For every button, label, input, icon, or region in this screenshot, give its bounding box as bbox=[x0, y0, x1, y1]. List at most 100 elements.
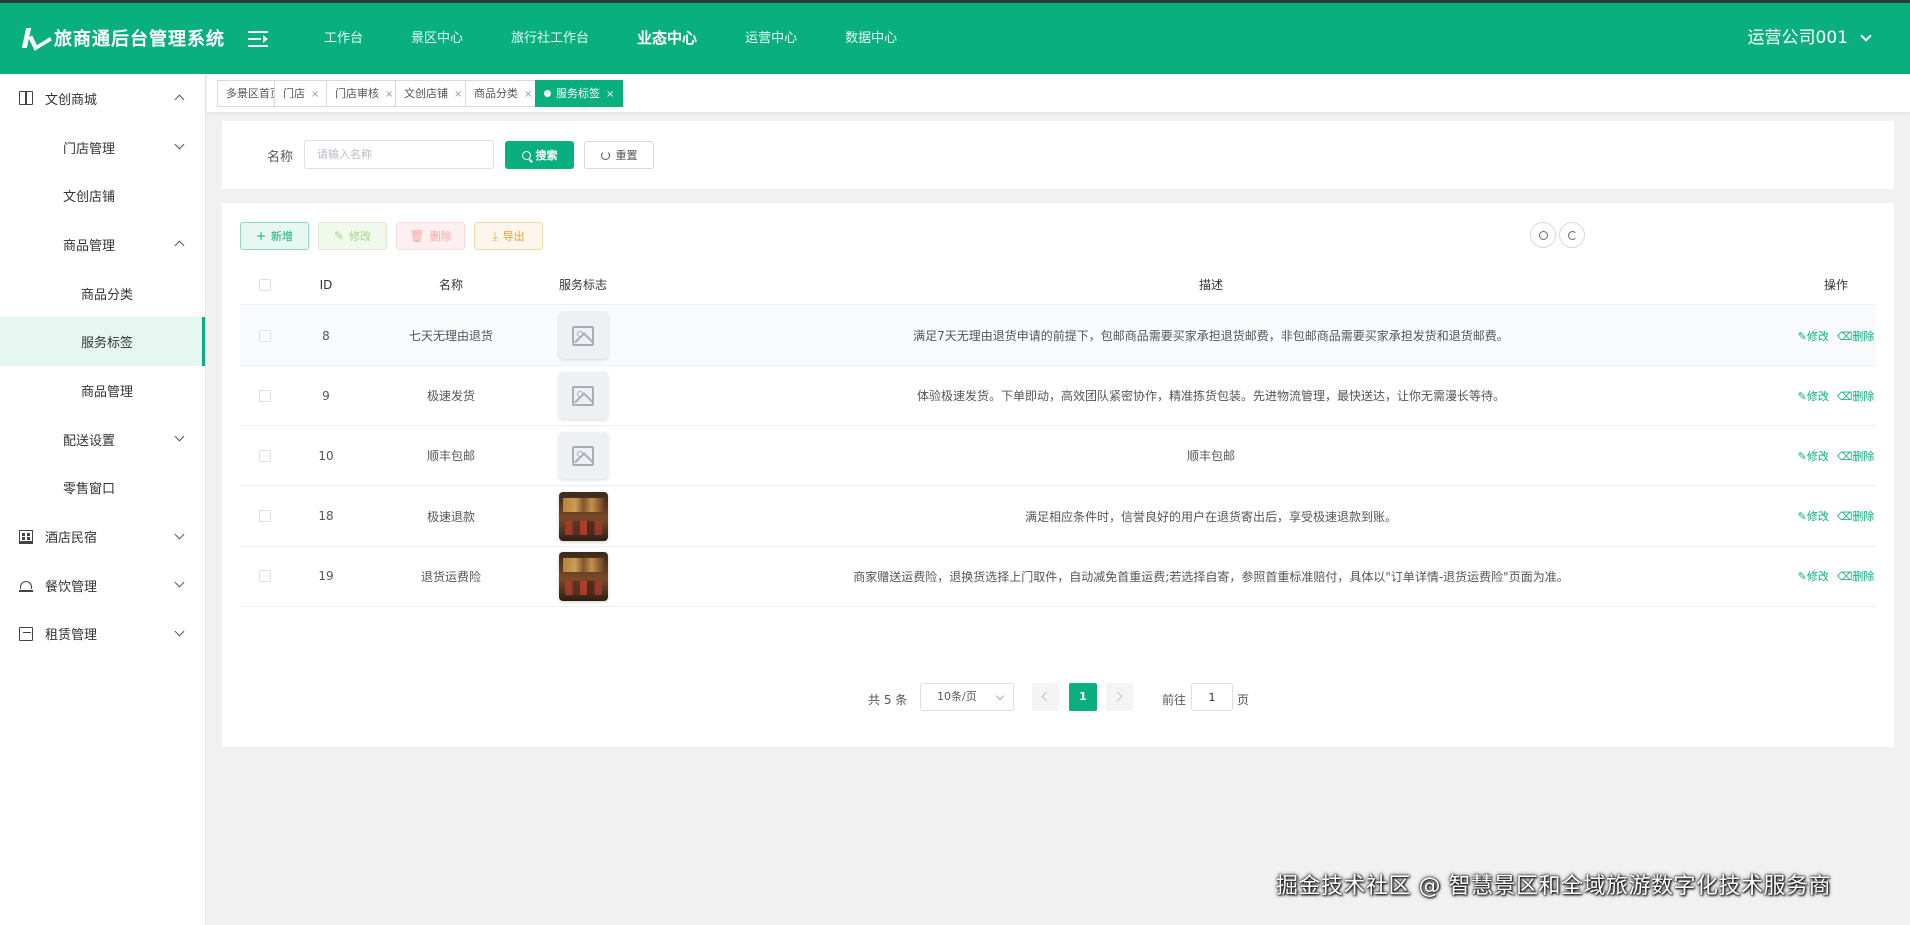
sidebar-item-0[interactable]: 文创商城 bbox=[0, 74, 205, 123]
tab-2[interactable]: 门店审核 × bbox=[326, 80, 403, 107]
cell-id: 18 bbox=[318, 509, 334, 524]
watermark: 掘金技术社区 @ 智慧景区和全域旅游数字化技术服务商 bbox=[1276, 874, 1831, 899]
row-checkbox[interactable] bbox=[259, 389, 271, 402]
row-delete-label: 删除 bbox=[1852, 329, 1875, 343]
tab-label: 门店 bbox=[283, 87, 305, 100]
table-row[interactable]: 8 七天无理由退货 满足7天无理由退货申请的前提下，包邮商品需要买家承担退货邮费，非… bbox=[240, 306, 1876, 366]
user-menu[interactable]: 运营公司001 bbox=[1748, 3, 1872, 74]
add-button-label: 新增 bbox=[271, 230, 294, 243]
sidebar-item-label: 门店管理 bbox=[63, 141, 116, 157]
cell-id: 19 bbox=[318, 569, 334, 584]
top-nav-item-4[interactable]: 运营中心 bbox=[721, 3, 821, 74]
tab-5[interactable]: 服务标签 × bbox=[535, 80, 624, 107]
delete-button[interactable]: 🗑 删除 bbox=[396, 222, 465, 250]
pagination: 共 5 条 10条/页 1 前往 页 bbox=[222, 683, 1894, 713]
select-all-checkbox[interactable] bbox=[259, 278, 271, 291]
table-row[interactable]: 10 顺丰包邮 顺丰包邮 ✎修改 ⌫删除 bbox=[240, 426, 1876, 487]
sidebar-item-5[interactable]: 服务标签 bbox=[0, 317, 205, 367]
chevron-down-icon bbox=[174, 626, 185, 637]
top-nav-item-5[interactable]: 数据中心 bbox=[821, 3, 921, 74]
row-checkbox[interactable] bbox=[259, 449, 271, 462]
table-row[interactable]: 19 退货运费险 商家赠送运费险，退换货选择上门取件，自动减免首重运费;若选择自寄，… bbox=[240, 547, 1876, 607]
cell-description: 顺丰包邮 bbox=[1186, 449, 1235, 464]
sidebar-item-7[interactable]: 配送设置 bbox=[0, 415, 205, 464]
table-panel: + 新增 ✎ 修改 🗑 删除 ⤓ 导出 ID 名称 服务标志 描述 操作 8 七天无理由退… bbox=[222, 203, 1894, 747]
export-button[interactable]: ⤓ 导出 bbox=[474, 222, 543, 250]
toggle-search-button[interactable] bbox=[1530, 222, 1556, 248]
row-checkbox[interactable] bbox=[259, 510, 271, 523]
close-icon[interactable]: × bbox=[311, 89, 319, 100]
sidebar-item-9[interactable]: 酒店民宿 bbox=[0, 512, 205, 561]
next-page-button[interactable] bbox=[1106, 683, 1133, 711]
goto-page-input[interactable] bbox=[1191, 683, 1233, 711]
menu-collapse-icon[interactable] bbox=[248, 31, 270, 47]
edit-button[interactable]: ✎ 修改 bbox=[318, 222, 387, 250]
row-edit-link[interactable]: ✎修改 bbox=[1798, 568, 1829, 584]
pencil-icon: ✎ bbox=[333, 229, 345, 243]
top-nav-item-1[interactable]: 景区中心 bbox=[387, 3, 487, 74]
add-button[interactable]: + 新增 bbox=[240, 222, 309, 250]
logo[interactable]: 旅商通后台管理系统 bbox=[22, 25, 225, 51]
row-delete-link[interactable]: ⌫删除 bbox=[1837, 568, 1875, 584]
close-icon[interactable]: × bbox=[524, 89, 532, 100]
table-row[interactable]: 18 极速退款 满足相应条件时，信誉良好的用户在退货寄出后，享受极速退款到账。 ✎修改… bbox=[240, 487, 1876, 547]
row-delete-link[interactable]: ⌫删除 bbox=[1837, 448, 1875, 464]
sidebar-item-2[interactable]: 文创店铺 bbox=[0, 171, 205, 220]
sidebar-item-label: 配送设置 bbox=[63, 433, 116, 449]
close-icon[interactable]: × bbox=[454, 89, 462, 100]
row-delete-link[interactable]: ⌫删除 bbox=[1837, 328, 1875, 344]
name-search-input[interactable] bbox=[304, 140, 494, 169]
close-icon[interactable]: × bbox=[606, 89, 614, 100]
cell-description: 满足7天无理由退货申请的前提下，包邮商品需要买家承担退货邮费，非包邮商品需要买家… bbox=[913, 329, 1509, 343]
cell-description: 满足相应条件时，信誉良好的用户在退货寄出后，享受极速退款到账。 bbox=[1024, 509, 1397, 524]
sidebar-item-8[interactable]: 零售窗口 bbox=[0, 464, 205, 513]
tab-4[interactable]: 商品分类 × bbox=[465, 80, 542, 107]
cell-logo bbox=[540, 366, 626, 425]
page-number-current[interactable]: 1 bbox=[1069, 683, 1097, 711]
sidebar-item-1[interactable]: 门店管理 bbox=[0, 123, 205, 172]
row-edit-link[interactable]: ✎修改 bbox=[1798, 448, 1829, 464]
prev-page-button[interactable] bbox=[1032, 683, 1059, 711]
top-nav-item-0[interactable]: 工作台 bbox=[300, 3, 387, 74]
sidebar-item-3[interactable]: 商品管理 bbox=[0, 220, 205, 269]
row-edit-link[interactable]: ✎修改 bbox=[1798, 508, 1829, 524]
sidebar-item-10[interactable]: 餐饮管理 bbox=[0, 561, 205, 610]
cell-name: 极速退款 bbox=[426, 509, 475, 524]
refresh-button[interactable] bbox=[1559, 222, 1585, 248]
sidebar: 文创商城 门店管理 文创店铺 商品管理 商品分类 服务标签 商品管理 配送设置 零售窗口 酒店民宿… bbox=[0, 74, 206, 925]
tabs-bar: 多景区首页 门店 × 门店审核 × 文创店铺 × 商品分类 × 服务标签 × bbox=[207, 74, 1910, 113]
row-delete-link[interactable]: ⌫删除 bbox=[1837, 388, 1875, 404]
top-nav-item-2[interactable]: 旅行社工作台 bbox=[487, 3, 613, 74]
pencil-icon: ✎ bbox=[1797, 389, 1807, 403]
pencil-icon: ✎ bbox=[1797, 449, 1807, 463]
top-nav: 工作台 景区中心 旅行社工作台 业态中心 运营中心 数据中心 bbox=[300, 3, 921, 74]
top-nav-item-3[interactable]: 业态中心 bbox=[613, 3, 721, 74]
row-checkbox-cell bbox=[240, 366, 290, 425]
tab-1[interactable]: 门店 × bbox=[274, 80, 329, 107]
page-size-select[interactable]: 10条/页 bbox=[920, 683, 1014, 711]
table-row[interactable]: 9 极速发货 体验极速发货。下单即动，高效团队紧密协作，精准拣货包装。先进物流管理，… bbox=[240, 366, 1876, 427]
image-placeholder-icon bbox=[558, 372, 608, 420]
cell-id: 9 bbox=[322, 388, 330, 403]
name-label: 名称 bbox=[267, 150, 294, 165]
service-logo-image bbox=[558, 491, 608, 541]
search-button-label: 搜索 bbox=[535, 149, 558, 162]
reset-button[interactable]: 重置 bbox=[584, 141, 654, 169]
search-button[interactable]: 搜索 bbox=[505, 141, 574, 169]
sidebar-item-label: 租赁管理 bbox=[45, 628, 98, 644]
column-header-id: ID bbox=[319, 277, 333, 292]
sidebar-item-label: 文创商城 bbox=[45, 92, 98, 108]
sidebar-item-11[interactable]: 租赁管理 bbox=[0, 610, 205, 659]
row-edit-link[interactable]: ✎修改 bbox=[1798, 328, 1829, 344]
sidebar-item-6[interactable]: 商品管理 bbox=[0, 366, 205, 415]
close-icon[interactable]: × bbox=[385, 89, 393, 100]
row-delete-link[interactable]: ⌫删除 bbox=[1837, 508, 1875, 524]
row-checkbox[interactable] bbox=[259, 329, 271, 342]
row-edit-link[interactable]: ✎修改 bbox=[1798, 388, 1829, 404]
tab-3[interactable]: 文创店铺 × bbox=[395, 80, 472, 107]
cell-actions: ✎修改 ⌫删除 bbox=[1796, 306, 1876, 365]
row-checkbox[interactable] bbox=[259, 570, 271, 583]
chevron-down-icon bbox=[174, 577, 185, 588]
delete-button-label: 删除 bbox=[429, 230, 452, 243]
sidebar-item-4[interactable]: 商品分类 bbox=[0, 269, 205, 318]
